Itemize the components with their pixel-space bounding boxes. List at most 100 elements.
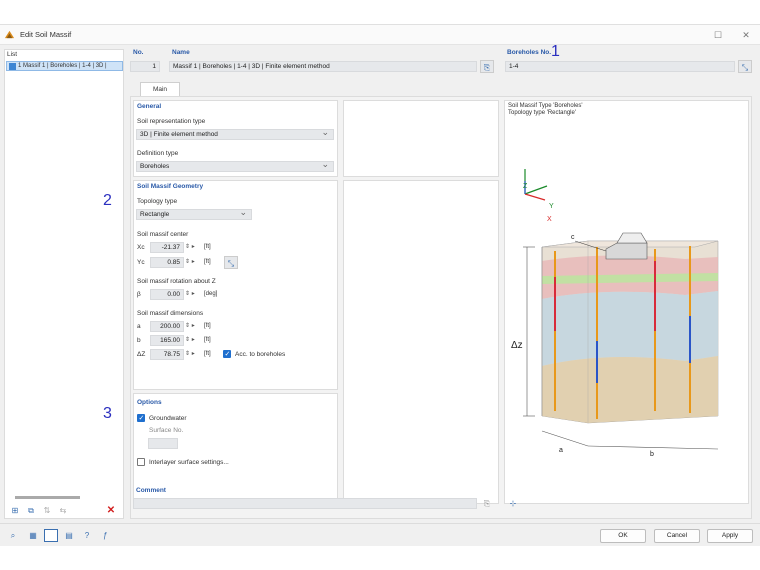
a-input[interactable]: 200.00	[150, 321, 184, 332]
comment-input[interactable]	[133, 498, 477, 509]
cancel-button[interactable]: Cancel	[654, 529, 700, 543]
options-title: Options	[137, 399, 162, 406]
axis-z-label: Z	[523, 183, 528, 190]
massif-body	[541, 240, 719, 424]
geometry-section: Soil Massif Geometry Topology type Recta…	[133, 180, 338, 390]
window-title: Edit Soil Massif	[20, 30, 72, 39]
formula-icon[interactable]: ƒ	[98, 529, 112, 542]
units-icon[interactable]: ▦	[26, 529, 40, 542]
topology-select[interactable]: Rectangle	[136, 209, 252, 220]
beta-label: β	[137, 291, 141, 298]
delete-icon[interactable]: ✕	[104, 504, 118, 517]
edit-soil-massif-dialog: Edit Soil Massif ☐ ✕ List 1 Massif 1 | B…	[0, 24, 760, 546]
tab-main[interactable]: Main	[140, 82, 180, 96]
axes-icon	[524, 169, 548, 201]
pick-icon: ⤡	[227, 259, 235, 268]
massif-icon	[9, 63, 16, 70]
pick-center-button[interactable]: ⤡	[224, 256, 238, 269]
label-c: c	[571, 234, 575, 241]
boreholes-field[interactable]: 1-4	[505, 61, 735, 72]
def-type-label: Definition type	[137, 150, 179, 157]
a-label: a	[137, 323, 141, 330]
marker-3: 3	[103, 405, 112, 422]
sort-icon[interactable]: ⇅	[40, 504, 54, 517]
close-button[interactable]: ✕	[736, 27, 756, 43]
a-spinner[interactable]: ⇕ ▸	[185, 322, 195, 329]
general-side-panel	[343, 100, 499, 177]
yc-input[interactable]: 0.85	[150, 257, 184, 268]
acc-boreholes-checkbox[interactable]	[223, 350, 231, 358]
geometry-side-panel	[343, 180, 499, 504]
xc-input[interactable]: -21.37	[150, 242, 184, 253]
app-icon	[4, 30, 15, 39]
bottom-bar: ⌕ ▦ ▤ ? ƒ OK Cancel Apply	[0, 523, 760, 547]
soil-massif-preview	[523, 169, 719, 450]
color-icon[interactable]	[44, 529, 58, 542]
comment-label: Comment	[136, 487, 166, 494]
topology-label: Topology type	[137, 198, 178, 205]
def-type-select[interactable]: Boreholes	[136, 161, 334, 172]
axis-y-label: Y	[549, 203, 554, 210]
maximize-icon: ☐	[713, 30, 723, 40]
marker-1: 1	[551, 43, 560, 60]
new-item-icon[interactable]: ⊞	[8, 504, 22, 517]
b-spinner[interactable]: ⇕ ▸	[185, 336, 195, 343]
rep-type-label: Soil representation type	[137, 118, 206, 125]
ok-button[interactable]: OK	[600, 529, 646, 543]
xc-spinner[interactable]: ⇕ ▸	[185, 243, 195, 250]
boreholes-label: Boreholes No.	[507, 49, 552, 56]
dims-label: Soil massif dimensions	[137, 310, 204, 317]
edit-icon: ⎘	[483, 63, 491, 72]
marker-2: 2	[103, 192, 112, 209]
b-unit: [ft]	[204, 337, 211, 343]
b-input[interactable]: 165.00	[150, 335, 184, 346]
label-a: a	[559, 447, 563, 454]
name-field[interactable]: Massif 1 | Boreholes | 1-4 | 3D | Finite…	[169, 61, 477, 72]
rep-type-select[interactable]: 3D | Finite element method	[136, 129, 334, 140]
maximize-button[interactable]: ☐	[708, 27, 728, 43]
surface-no-label: Surface No.	[149, 427, 184, 434]
tab-main-label: Main	[152, 86, 168, 93]
info-icon[interactable]: ?	[80, 529, 94, 542]
xc-label: Xc	[137, 244, 145, 251]
comment-lib-button[interactable]: ⎘	[480, 497, 494, 510]
list-scrollbar[interactable]	[15, 496, 80, 499]
dz-input[interactable]: 78.75	[150, 349, 184, 360]
no-field[interactable]: 1	[130, 61, 160, 72]
groundwater-label: Groundwater	[149, 415, 187, 422]
list-header: List	[7, 51, 18, 58]
groundwater-checkbox[interactable]	[137, 414, 145, 422]
axis-x-label: X	[547, 216, 552, 223]
preview-options-button[interactable]: ⊹	[506, 497, 520, 510]
pick-boreholes-button[interactable]: ⤡	[738, 60, 752, 73]
dz-unit: [ft]	[204, 351, 211, 357]
center-label: Soil massif center	[137, 231, 189, 238]
geometry-title: Soil Massif Geometry	[137, 183, 204, 190]
yc-spinner[interactable]: ⇕ ▸	[185, 258, 195, 265]
preview-panel: Soil Massif Type 'Boreholes' Topology ty…	[504, 100, 749, 504]
table-icon[interactable]: ▤	[62, 529, 76, 542]
list-toolbar: ⊞ ⧉ ⇅ ⇆ ✕	[4, 503, 124, 519]
list-panel: List 1 Massif 1 | Boreholes | 1-4 | 3D |	[4, 49, 124, 519]
general-section: General Soil representation type 3D | Fi…	[133, 100, 338, 177]
beta-spinner[interactable]: ⇕ ▸	[185, 290, 195, 297]
renumber-icon[interactable]: ⇆	[56, 504, 70, 517]
beta-input[interactable]: 0.00	[150, 289, 184, 300]
yc-unit: [ft]	[204, 259, 211, 265]
name-label: Name	[172, 49, 190, 56]
title-bar: Edit Soil Massif ☐ ✕	[0, 25, 760, 45]
close-icon: ✕	[742, 30, 750, 40]
yc-label: Yc	[137, 259, 145, 266]
surface-no-input[interactable]	[148, 438, 178, 449]
search-icon[interactable]: ⌕	[6, 529, 20, 542]
dz-spinner[interactable]: ⇕ ▸	[185, 350, 195, 357]
preview-icon: ⊹	[509, 499, 517, 508]
list-item[interactable]: 1 Massif 1 | Boreholes | 1-4 | 3D |	[6, 61, 123, 71]
no-label: No.	[133, 49, 144, 56]
edit-name-button[interactable]: ⎘	[480, 60, 494, 73]
apply-button[interactable]: Apply	[707, 529, 753, 543]
interlayer-checkbox[interactable]	[137, 458, 145, 466]
label-dz: Δz	[511, 340, 523, 351]
rotation-label: Soil massif rotation about Z	[137, 278, 216, 285]
copy-item-icon[interactable]: ⧉	[24, 504, 38, 517]
